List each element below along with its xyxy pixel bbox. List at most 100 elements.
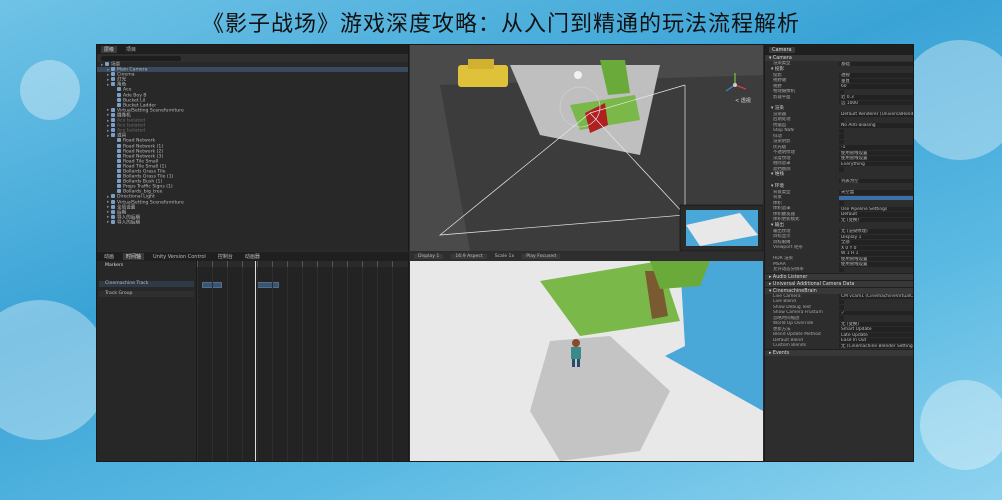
scene-view[interactable]: < 透视 [410,45,763,251]
timeline-tab[interactable]: 控制台 [215,253,236,260]
gizmo-center [733,83,737,87]
gameobject-icon [105,62,109,66]
property-label: Custom Blends [773,343,807,348]
play-focused-dropdown[interactable]: Play Focused [522,254,561,259]
gameobject-icon [111,67,115,72]
timeline-tabbar: 动画 时间轴 Unity Version Control 控制台 动画器 [97,252,408,261]
component-header[interactable]: ▸ Events [765,348,913,356]
scale-label[interactable]: Scale 1x [495,254,514,259]
property-value-field[interactable]: Default Renderer (UniversalRenderPipelin… [839,112,913,117]
hierarchy-item[interactable]: ▸ 导入的后期 [97,219,408,225]
property-value-field[interactable]: -1 [839,145,913,150]
inspector-property-row: Custom Blends 无 (Cinemachine Blender Sett… [765,343,913,349]
component-header[interactable]: ▾ Camera [765,54,913,61]
property-value-field[interactable]: CM vcam1 (CinemachineVirtualCamera) [839,294,913,299]
timeline-tab[interactable]: 时间轴 [123,253,145,260]
property-checkbox[interactable] [839,167,844,172]
aspect-dropdown[interactable]: 16:9 Aspect [451,254,487,259]
property-checkbox[interactable] [839,134,844,139]
property-checkbox[interactable] [839,201,844,206]
property-value-field[interactable]: 垂直 [839,78,913,83]
timeline-gridline [287,267,288,461]
property-value-field[interactable]: 使用管线设置 [839,150,913,155]
property-value-field[interactable]: Ease In Out [839,338,913,343]
timeline-grid [197,267,408,461]
property-checkbox[interactable] [839,299,844,304]
timeline-track-cinemachine[interactable]: Cinemachine Track [99,281,194,287]
property-value-field[interactable]: Display 1 [839,234,913,239]
tab-inspector-object[interactable]: Camera [769,46,795,53]
property-value-field[interactable]: 无 (渲染纹理) [839,229,913,234]
timeline-gridline [392,267,393,461]
timeline-gridline [332,267,333,461]
property-value-field[interactable]: 无 (变换) [839,217,913,222]
property-value-field[interactable]: 近 0.3 [839,95,913,100]
property-checkbox[interactable] [839,89,844,94]
property-value-field[interactable]: 天空盒 [839,190,913,195]
timeline-tab[interactable]: Unity Version Control [150,254,209,260]
property-value-field[interactable]: Everything [839,161,913,166]
timeline-gridline [302,267,303,461]
game-view[interactable]: Display 1 16:9 Aspect Scale 1x Play Focu… [410,252,763,461]
scene-perspective-label[interactable]: < 透视 [735,97,751,104]
property-value-field[interactable]: 基础 [839,61,913,66]
display-dropdown[interactable]: Display 1 [414,254,444,259]
gameobject-icon [111,107,115,112]
property-value-field[interactable]: 列表为空 [839,178,913,183]
hierarchy-search-input[interactable] [101,55,181,61]
component-header[interactable]: ▾ CinemachineBrain [765,286,913,294]
timeline-clip[interactable] [257,282,279,288]
hierarchy-panel: 层级 项目 ▸ 场景 ▸ Main Camera ▸ Cinema ▸ 灯光 ▸ 角色 Ace Ade… [97,45,409,251]
property-value-field[interactable]: ✓ [839,310,913,315]
property-value-field[interactable]: W 1 H 1 [839,251,913,256]
property-value-field[interactable]: 无 (变换) [839,321,913,326]
property-value-field[interactable]: Default [839,212,913,217]
property-checkbox[interactable] [839,316,844,321]
tab-project[interactable]: 项目 [123,46,139,53]
inspector-property-row: 渲染类型 基础 [765,61,913,67]
property-value-field[interactable]: 远 1000 [839,100,913,105]
property-value-field[interactable]: 无 (Cinemachine Blender Settings) [839,343,913,348]
property-value-field[interactable]: 透视 [839,73,913,78]
property-value-field[interactable]: 使用管线设置 [839,256,913,261]
game-toolbar: Display 1 16:9 Aspect Scale 1x Play Focu… [410,252,763,261]
property-value-field[interactable] [839,195,913,200]
gameobject-icon [117,102,121,107]
property-value-field[interactable]: 使用管线设置 [839,262,913,267]
hierarchy-tabbar: 层级 项目 [97,45,408,54]
component-header[interactable]: ▸ Audio Listener [765,272,913,280]
background-decoration [0,300,110,440]
timeline-tab[interactable]: 动画 [101,253,117,260]
timeline-gridline [197,267,198,461]
gameobject-icon [111,118,115,123]
gameobject-icon [111,199,115,204]
timeline-tab[interactable]: 动画器 [242,253,263,260]
timeline-panel: 动画 时间轴 Unity Version Control 控制台 动画器 Markers… [97,252,409,461]
property-value-field[interactable]: Smart Update [839,327,913,332]
background-decoration [20,60,80,120]
property-checkbox[interactable] [839,139,844,144]
inspector-property-row: 远 1000 [765,100,913,106]
taxi-roof [468,59,494,69]
property-value-field[interactable]: 全部 [839,240,913,245]
gameobject-icon [117,148,121,153]
property-value-field[interactable]: 使用管线设置 [839,156,913,161]
light-gizmo-icon[interactable] [574,71,582,79]
property-checkbox[interactable] [839,117,844,122]
property-value-field[interactable]: 60 [839,84,913,89]
property-checkbox[interactable] [839,128,844,133]
property-checkbox[interactable] [839,305,844,310]
component-header[interactable]: ▸ Universal Additional Camera Data [765,279,913,287]
timeline-gridline [257,267,258,461]
timeline-playhead[interactable] [255,261,256,461]
tab-hierarchy[interactable]: 层级 [101,46,118,53]
property-checkbox[interactable] [839,267,844,272]
timeline-track-group[interactable]: Track Group [99,291,194,297]
property-value-field[interactable]: Use Pipeline Settings [839,206,913,211]
background-decoration [900,40,1002,160]
property-value-field[interactable]: No Anti-aliasing [839,123,913,128]
property-value-field[interactable]: X 0 Y 0 [839,245,913,250]
property-value-field[interactable]: Late Update [839,332,913,337]
inspector-panel: Camera ▾ Camera 渲染类型 基础 ▾ 投影 投影 透视 视野轴 垂直 视野 60 物理… [764,45,913,461]
property-label: 体积更新模式 [773,217,800,222]
